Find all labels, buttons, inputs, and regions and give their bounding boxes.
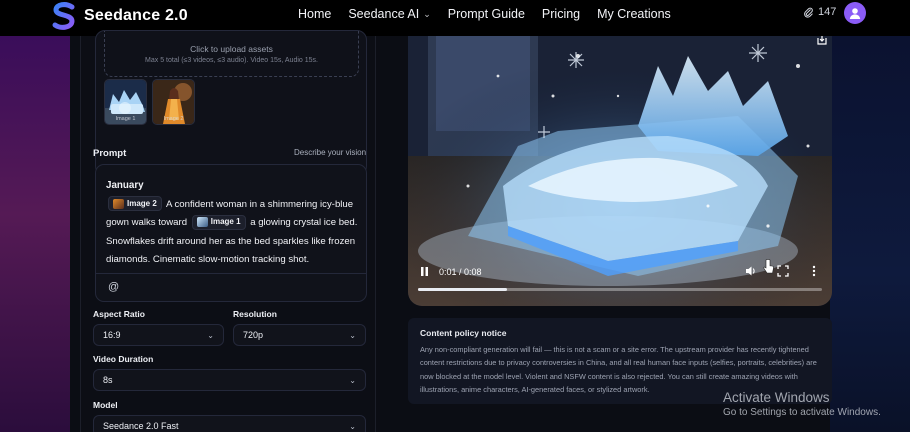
thumbnail-caption: Image 2 xyxy=(163,116,184,122)
video-progress-fill xyxy=(418,288,507,291)
video-progress-bar[interactable] xyxy=(418,288,822,291)
chevron-down-icon: ⌄ xyxy=(349,330,356,340)
windows-activation-watermark: Activate Windows Go to Settings to activ… xyxy=(723,390,881,418)
notice-body: Any non-compliant generation will fail —… xyxy=(420,345,817,395)
upload-title: Click to upload assets xyxy=(190,44,273,54)
user-icon xyxy=(849,8,861,19)
left-background-glow xyxy=(0,36,70,432)
brand-name[interactable]: Seedance 2.0 xyxy=(84,7,188,25)
asset-thumbnail-2[interactable]: Image 2 xyxy=(152,79,195,125)
generation-panel: Click to upload assets Max 5 total (≤3 v… xyxy=(80,30,376,432)
chevron-down-icon: ⌄ xyxy=(349,375,356,385)
notice-title: Content policy notice xyxy=(420,328,507,338)
upload-dropzone[interactable]: Click to upload assets Max 5 total (≤3 v… xyxy=(104,31,359,77)
model-select[interactable]: Seedance 2.0 Fast ⌄ xyxy=(93,415,366,432)
nav-my-creations-label: My Creations xyxy=(597,7,671,21)
image-2-chip-label: Image 2 xyxy=(127,198,157,208)
thumbnail-caption: Image 1 xyxy=(115,116,136,122)
watermark-line-2: Go to Settings to activate Windows. xyxy=(723,407,881,418)
asset-thumbnail-1[interactable]: Image 1 xyxy=(104,79,147,125)
prompt-label: Prompt xyxy=(93,148,127,159)
image-2-chip-thumb xyxy=(113,198,124,209)
more-vertical-icon xyxy=(812,265,816,277)
time-display: 0:01 / 0:08 xyxy=(439,267,482,277)
resolution-value: 720p xyxy=(243,330,264,340)
resolution-label: Resolution xyxy=(233,309,277,319)
video-duration-label: Video Duration xyxy=(93,354,154,364)
pause-icon xyxy=(421,267,428,276)
prompt-editor[interactable]: January Image 2 A confident woman in a s… xyxy=(95,164,367,302)
aspect-ratio-value: 16:9 xyxy=(103,330,121,340)
prompt-content[interactable]: January Image 2 A confident woman in a s… xyxy=(106,177,362,270)
chevron-down-icon: ⌄ xyxy=(349,421,356,431)
prompt-divider xyxy=(96,273,366,274)
nav-pricing[interactable]: Pricing xyxy=(542,7,580,21)
chevron-down-icon: ⌄ xyxy=(423,8,431,19)
nav-seedance-ai[interactable]: Seedance AI ⌄ xyxy=(348,7,430,21)
nav-my-creations[interactable]: My Creations xyxy=(597,7,671,21)
video-player[interactable]: 0:01 / 0:08 xyxy=(408,36,832,306)
right-background xyxy=(830,36,910,432)
model-value: Seedance 2.0 Fast xyxy=(103,421,179,431)
nav-pricing-label: Pricing xyxy=(541,7,581,21)
aspect-ratio-select[interactable]: 16:9 ⌄ xyxy=(93,324,224,346)
video-duration-value: 8s xyxy=(103,375,113,385)
video-duration-select[interactable]: 8s ⌄ xyxy=(93,369,366,391)
prompt-title: January xyxy=(106,180,144,191)
aspect-ratio-label: Aspect Ratio xyxy=(93,309,145,319)
nav-prompt-guide[interactable]: Prompt Guide xyxy=(448,7,525,21)
model-label: Model xyxy=(93,400,118,410)
avatar[interactable] xyxy=(844,2,866,24)
nav-prompt-guide-label: Prompt Guide xyxy=(447,7,525,21)
image-2-reference-chip[interactable]: Image 2 xyxy=(108,196,162,212)
mention-button[interactable]: @ xyxy=(108,281,119,293)
volume-icon xyxy=(746,266,755,276)
nav-home[interactable]: Home xyxy=(298,7,331,21)
logo-icon[interactable] xyxy=(52,2,76,30)
image-1-chip-thumb xyxy=(196,217,208,228)
nav-home-label: Home xyxy=(298,7,332,21)
chevron-down-icon: ⌄ xyxy=(207,330,214,340)
credits-value: 147 xyxy=(818,6,837,18)
prompt-hint: Describe your vision xyxy=(294,148,367,157)
paperclip-icon xyxy=(804,7,813,18)
nav-seedance-ai-label: Seedance AI xyxy=(348,7,420,21)
nav-links: Home Seedance AI ⌄ Prompt Guide Pricing M… xyxy=(298,0,688,28)
credits-counter[interactable]: 147 xyxy=(803,6,836,18)
upload-subtitle: Max 5 total (≤3 videos, ≤3 audio). Video… xyxy=(145,57,318,64)
image-1-chip-label: Image 1 xyxy=(210,217,241,227)
fullscreen-icon xyxy=(777,265,789,277)
watermark-line-1: Activate Windows xyxy=(723,390,830,405)
image-1-reference-chip[interactable]: Image 1 xyxy=(191,214,246,230)
resolution-select[interactable]: 720p ⌄ xyxy=(233,324,366,346)
